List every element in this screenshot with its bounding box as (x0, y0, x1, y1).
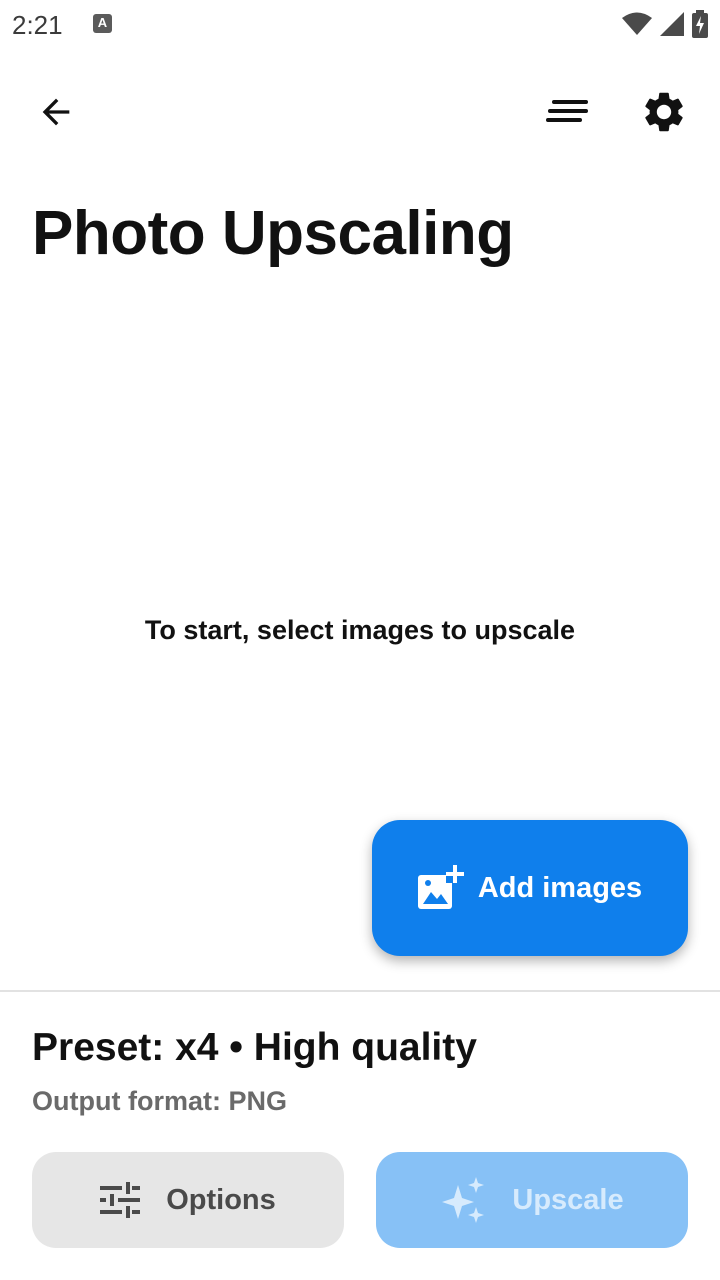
upscale-label: Upscale (512, 1183, 624, 1216)
options-button[interactable]: Options (32, 1152, 344, 1248)
status-time: 2:21 (12, 10, 63, 40)
add-images-label: Add images (477, 871, 643, 904)
add-photo-icon (417, 865, 464, 909)
back-button[interactable] (24, 80, 88, 144)
empty-state-message: To start, select images to upscale (144, 615, 576, 645)
status-icons (622, 10, 708, 38)
preset-summary: Preset: x4 • High quality (32, 1026, 477, 1069)
wifi-icon (622, 12, 652, 35)
battery-charging-icon (692, 10, 708, 38)
sort-lines-icon (546, 100, 588, 122)
sliders-icon (100, 1182, 141, 1218)
gear-icon (645, 92, 683, 132)
output-format: Output format: PNG (32, 1086, 287, 1116)
upscale-button[interactable]: Upscale (376, 1152, 688, 1248)
page-title: Photo Upscaling (32, 199, 514, 268)
options-label: Options (166, 1183, 276, 1216)
sparkles-icon (442, 1177, 485, 1223)
signal-icon (660, 12, 684, 36)
notification-icon: A (93, 14, 112, 33)
add-images-button[interactable]: Add images (372, 820, 688, 956)
sort-button[interactable] (536, 80, 600, 144)
settings-button[interactable] (632, 80, 696, 144)
arrow-left-icon (42, 98, 70, 126)
divider (0, 990, 720, 992)
